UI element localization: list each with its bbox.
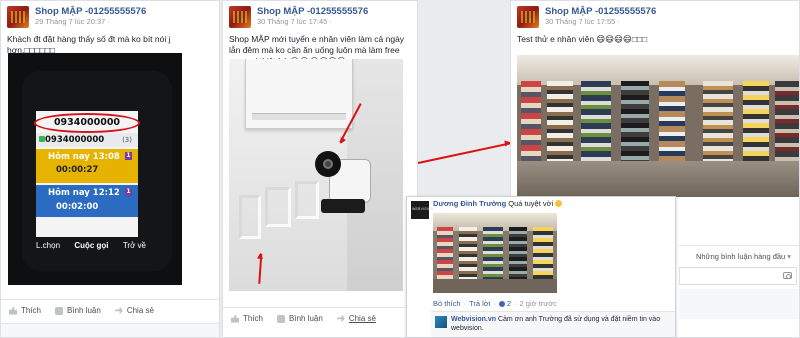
unlike-link[interactable]: Bỏ thích (433, 299, 461, 308)
comment-actions: Bỏ thích · Trả lời · 2 · 2 giờ trước (433, 299, 557, 308)
commenter-name[interactable]: Dương Đình Trường (433, 199, 506, 208)
post-card-2: Shop MẬP -01255555576 30 Tháng 7 lúc 17:… (222, 0, 418, 338)
reply-avatar[interactable] (435, 316, 447, 328)
phone-softkeys: L.chọn Cuộc gọi Trở về (36, 241, 146, 250)
post-actions: Thích Bình luận Chia sẻ (223, 307, 417, 329)
post-header: Shop MẬP -01255555576 30 Tháng 7 lúc 17:… (511, 1, 799, 31)
thumbs-up-icon (231, 314, 239, 323)
share-button[interactable]: Chia sẻ (114, 306, 154, 315)
page-avatar[interactable] (229, 6, 251, 28)
reply-author[interactable]: Webvision.vn (451, 316, 496, 323)
share-icon (336, 314, 345, 323)
reply-comment: Webvision.vn Cảm ơn anh Trường đã sử dụn… (431, 311, 675, 337)
camera-base (321, 199, 365, 213)
wall-logo (235, 175, 335, 265)
comment-icon (277, 314, 286, 323)
share-button[interactable]: Chia sẻ (336, 314, 376, 323)
comment-input[interactable] (679, 267, 797, 285)
comment-sort-dropdown[interactable]: Những bình luận hàng đầu (696, 252, 791, 261)
comment-photo[interactable] (433, 213, 557, 293)
post-timestamp[interactable]: 29 Tháng 7 lúc 20:37 · (35, 17, 146, 27)
like-button[interactable]: Thích (9, 306, 41, 315)
red-ellipse-annotation (34, 113, 140, 133)
sim-badge: 1 (125, 152, 132, 160)
post-header: Shop MẬP -01255555576 30 Tháng 7 lúc 17:… (223, 1, 417, 31)
camera-icon[interactable] (783, 272, 792, 279)
comment-popup: WEBVISION Dương Đình Trường Quá tuyệt vờ… (406, 196, 676, 338)
post-footer-strip (1, 323, 219, 337)
reply-link[interactable]: Trả lời (469, 299, 490, 308)
post-photo[interactable]: 0934000000 0934000000 (3) Hôm nay 13:08 0… (8, 53, 182, 285)
like-count-icon (498, 300, 505, 307)
like-count[interactable]: 2 (507, 299, 511, 308)
phone-number-row: 0934000000 (3) (36, 133, 138, 147)
comment-button[interactable]: Bình luận (55, 306, 101, 315)
post-timestamp[interactable]: 30 Tháng 7 lúc 17:45 · (257, 17, 368, 27)
post-header: Shop MẬP -01255555576 29 Tháng 7 lúc 20:… (1, 1, 219, 31)
comment-button[interactable]: Bình luận (277, 314, 323, 323)
post-photo[interactable] (517, 55, 799, 197)
page-avatar[interactable] (7, 6, 29, 28)
page-avatar[interactable] (517, 6, 539, 28)
share-icon (114, 306, 123, 315)
reply-body: Webvision.vn Cảm ơn anh Trường đã sử dụn… (451, 315, 671, 333)
red-arrow-annotation (258, 253, 262, 284)
globe-icon: · (329, 17, 332, 26)
camera-lens-icon (323, 159, 333, 169)
sim-badge: 1 (125, 188, 132, 196)
store-floor (517, 161, 799, 197)
security-camera (315, 151, 341, 177)
post-text: Test thử e nhân viên 😄😄😄😄□□□ (517, 34, 648, 44)
air-conditioner (245, 59, 353, 129)
commenter-avatar[interactable]: WEBVISION (411, 201, 433, 219)
post-text: Khách đt đặt hàng thấy số đt mà ko bít n… (7, 34, 171, 55)
thumbs-up-icon (9, 306, 17, 315)
smile-emoji-icon (555, 200, 563, 207)
globe-icon: · (617, 17, 620, 26)
post-text: Shop MẬP mới tuyển e nhân viên làm cả ng… (229, 34, 405, 66)
comment-icon (55, 306, 64, 315)
post-card-1: Shop MẬP -01255555576 29 Tháng 7 lúc 20:… (0, 0, 220, 338)
call-entry-1: Hôm nay 13:08 00:00:27 1 (36, 149, 138, 183)
post-footer-strip (679, 289, 799, 319)
comment-text: Quá tuyệt vời (508, 199, 554, 208)
phone-icon (39, 136, 45, 142)
post-author[interactable]: Shop MẬP -01255555576 (257, 6, 368, 17)
call-entry-2: Hôm nay 12:12 00:02:00 1 (36, 185, 138, 217)
comments-header: Những bình luận hàng đầu (679, 245, 799, 265)
post-actions: Thích Bình luận Chia sẻ (1, 299, 219, 321)
like-button[interactable]: Thích (231, 314, 263, 323)
post-timestamp[interactable]: 30 Tháng 7 lúc 17:55 · (545, 17, 656, 27)
post-photo[interactable] (229, 59, 403, 291)
red-arrow-annotation (417, 142, 511, 164)
globe-icon: · (107, 17, 110, 26)
comment-body: Dương Đình Trường Quá tuyệt vời (433, 199, 563, 209)
post-author[interactable]: Shop MẬP -01255555576 (545, 6, 656, 17)
post-author[interactable]: Shop MẬP -01255555576 (35, 6, 146, 17)
comment-time[interactable]: 2 giờ trước (520, 299, 557, 308)
